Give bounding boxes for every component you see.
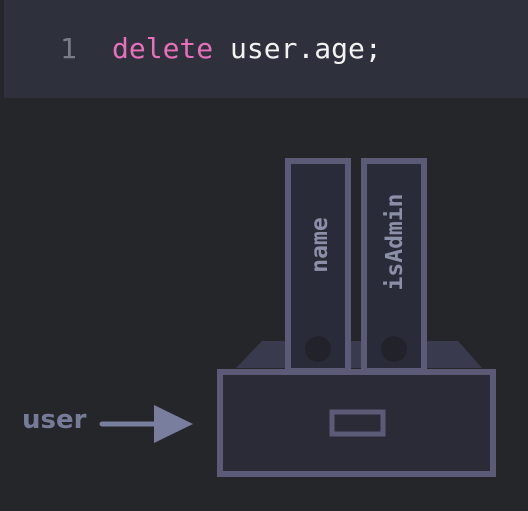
cabinet-top [236, 341, 482, 368]
folder-label-name: name [307, 217, 333, 272]
arrow-icon [99, 405, 193, 443]
cabinet-drawer [217, 369, 496, 477]
folder-label-isadmin: isAdmin [382, 194, 408, 291]
object-diagram: name isAdmin [99, 158, 496, 477]
